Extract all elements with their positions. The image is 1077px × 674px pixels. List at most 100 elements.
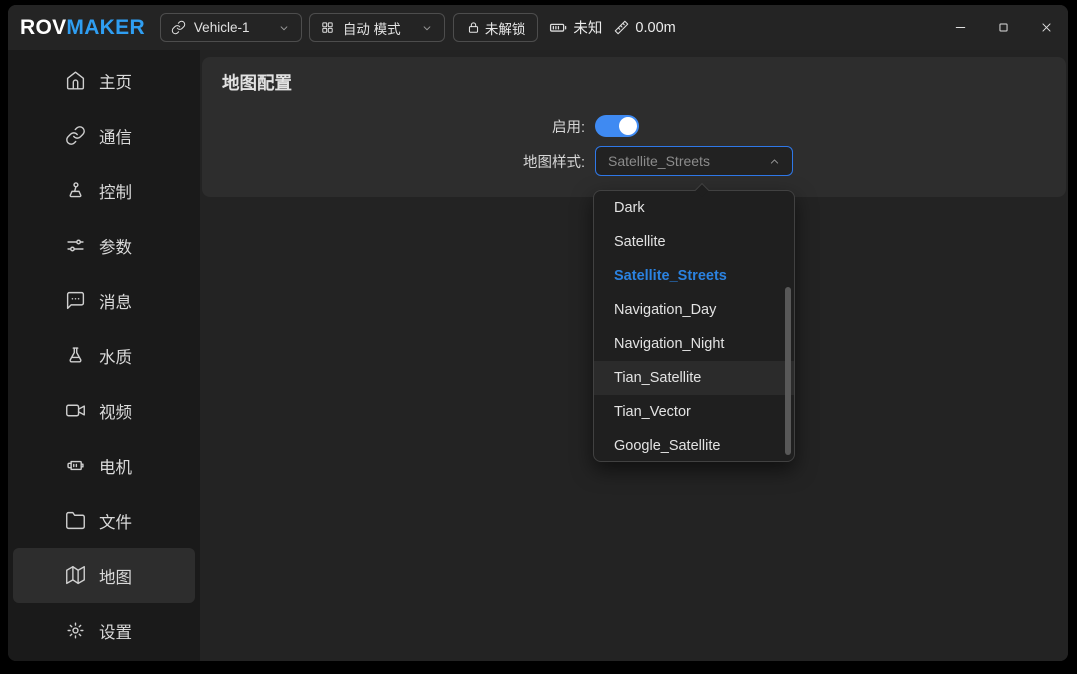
dropdown-option-label: Satellite_Streets [614, 268, 727, 284]
close-icon [1038, 19, 1055, 36]
lock-icon [466, 20, 481, 35]
maximize-icon [995, 19, 1012, 36]
motor-icon [65, 455, 86, 476]
arm-button[interactable]: 未解锁 [453, 13, 539, 42]
sidebar-item-label: 通信 [99, 124, 132, 148]
app-window: ROVMAKER Vehicle-1 自动 模式 未解锁 未知 0.00m [8, 5, 1068, 661]
battery-status: 未知 [549, 17, 602, 38]
sidebar-item-label: 主页 [99, 69, 132, 93]
option-dark[interactable]: Dark [594, 191, 794, 225]
thermometer-icon [768, 19, 785, 36]
home-icon [65, 70, 86, 91]
option-tian-vector[interactable]: Tian_Vector [594, 395, 794, 429]
vehicle-select[interactable]: Vehicle-1 [160, 13, 302, 42]
close-button[interactable] [1025, 5, 1068, 50]
sidebar: 主页 通信 控制 参数 消息 水质 视频 电机 [8, 50, 200, 661]
map-icon [65, 565, 86, 586]
enable-row: 启用: [202, 115, 639, 137]
mode-select[interactable]: 自动 模式 [309, 13, 445, 42]
status-icons [687, 19, 812, 36]
sidebar-item-home[interactable]: 主页 [13, 53, 195, 108]
sidebar-item-water-quality[interactable]: 水质 [13, 328, 195, 383]
sidebar-item-settings[interactable]: 设置 [13, 603, 195, 658]
map-style-row: 地图样式: Satellite_Streets [202, 146, 793, 176]
map-style-label: 地图样式: [202, 151, 585, 172]
logo-text-white: ROV [20, 16, 66, 39]
sidebar-item-files[interactable]: 文件 [13, 493, 195, 548]
enable-label: 启用: [202, 116, 585, 137]
option-satellite[interactable]: Satellite [594, 225, 794, 259]
battery-icon [549, 18, 568, 37]
satellite-icon [714, 19, 731, 36]
titlebar: ROVMAKER Vehicle-1 自动 模式 未解锁 未知 0.00m [8, 5, 1068, 50]
sidebar-item-label: 电机 [99, 454, 132, 478]
sidebar-item-messages[interactable]: 消息 [13, 273, 195, 328]
link-icon [171, 20, 186, 35]
gauge-icon [687, 19, 704, 36]
mode-select-value: 自动 模式 [343, 18, 401, 38]
video-camera-icon [65, 400, 86, 421]
sidebar-item-map[interactable]: 地图 [13, 548, 195, 603]
battery-status-text: 未知 [573, 17, 602, 38]
sidebar-item-label: 水质 [99, 344, 132, 368]
vehicle-select-value: Vehicle-1 [194, 20, 250, 35]
app-logo: ROVMAKER [20, 16, 145, 40]
map-style-select[interactable]: Satellite_Streets [595, 146, 793, 176]
sidebar-item-params[interactable]: 参数 [13, 218, 195, 273]
option-satellite-streets[interactable]: Satellite_Streets [594, 259, 794, 293]
grid-icon [320, 20, 335, 35]
dial-icon [795, 19, 812, 36]
option-navigation-day[interactable]: Navigation_Day [594, 293, 794, 327]
sidebar-item-label: 消息 [99, 289, 132, 313]
map-style-select-value: Satellite_Streets [608, 153, 710, 169]
status-cluster: 未知 0.00m [549, 17, 815, 38]
maximize-button[interactable] [982, 5, 1025, 50]
dropdown-option-label: Tian_Satellite [614, 370, 701, 386]
option-google-satellite[interactable]: Google_Satellite [594, 429, 794, 463]
sidebar-item-label: 控制 [99, 179, 132, 203]
sidebar-item-label: 地图 [99, 564, 132, 588]
arm-button-label: 未解锁 [485, 18, 526, 38]
dropdown-option-label: Navigation_Day [614, 302, 716, 318]
chevron-down-icon [420, 21, 434, 35]
toggle-knob [619, 117, 637, 135]
folder-icon [65, 510, 86, 531]
flask-icon [65, 345, 86, 366]
map-config-panel: 地图配置 启用: 地图样式: Satellite_Streets [202, 57, 1066, 197]
dropdown-option-label: Navigation_Night [614, 336, 724, 352]
page-title: 地图配置 [222, 70, 292, 95]
sidebar-item-label: 参数 [99, 234, 132, 258]
enable-toggle[interactable] [595, 115, 639, 137]
sidebar-item-video[interactable]: 视频 [13, 383, 195, 438]
sidebar-item-control[interactable]: 控制 [13, 163, 195, 218]
ruler-icon [613, 19, 630, 36]
link-icon [65, 125, 86, 146]
sliders-icon [65, 235, 86, 256]
dropdown-option-label: Satellite [614, 234, 666, 250]
sidebar-item-motors[interactable]: 电机 [13, 438, 195, 493]
message-icon [65, 290, 86, 311]
minimize-button[interactable] [939, 5, 982, 50]
dropdown-option-label: Dark [614, 200, 645, 216]
chevron-down-icon [277, 21, 291, 35]
sidebar-item-label: 视频 [99, 399, 132, 423]
map-style-dropdown: Dark Satellite Satellite_Streets Navigation… [593, 190, 795, 462]
joystick-icon [65, 180, 86, 201]
dropdown-option-label: Tian_Vector [614, 404, 691, 420]
dropdown-options: Dark Satellite Satellite_Streets Navigation… [594, 191, 794, 463]
depth-status: 0.00m [613, 19, 675, 36]
option-tian-satellite[interactable]: Tian_Satellite [594, 361, 794, 395]
chevron-up-icon [767, 154, 782, 169]
option-navigation-night[interactable]: Navigation_Night [594, 327, 794, 361]
depth-status-text: 0.00m [635, 20, 675, 36]
sidebar-item-label: 文件 [99, 509, 132, 533]
gear-icon [65, 620, 86, 641]
logo-text-blue: MAKER [66, 16, 145, 39]
dropdown-option-label: Google_Satellite [614, 438, 720, 454]
propeller-icon [741, 19, 758, 36]
window-controls [939, 5, 1068, 50]
minimize-icon [952, 19, 969, 36]
dropdown-scrollbar-thumb[interactable] [785, 287, 791, 455]
sidebar-item-label: 设置 [99, 619, 132, 643]
sidebar-item-comms[interactable]: 通信 [13, 108, 195, 163]
